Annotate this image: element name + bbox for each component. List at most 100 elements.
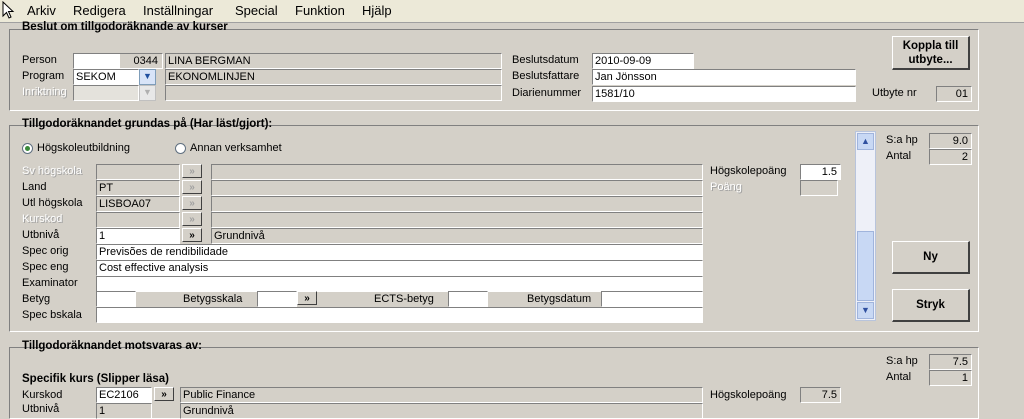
program-select[interactable]: SEKOM	[73, 69, 139, 85]
person-id-field[interactable]: 0344	[73, 53, 163, 69]
utbyte-label: Utbyte nr	[872, 87, 917, 99]
menu-funktion[interactable]: Funktion	[295, 3, 345, 18]
motsvaras-title: Tillgodoräknandet motsvaras av:	[22, 340, 203, 352]
sa-hp-field: 9.0	[929, 133, 972, 149]
spec-orig-label: Spec orig	[22, 245, 69, 257]
program-name-field: EKONOMLINJEN	[165, 69, 502, 85]
ects-label: ECTS-betyg	[374, 293, 434, 305]
chevron-up-icon[interactable]: ▲	[857, 133, 874, 150]
sv-hogskola-field[interactable]	[96, 164, 180, 180]
inriktning-select[interactable]	[73, 85, 139, 101]
poang-field[interactable]	[800, 180, 838, 196]
program-label: Program	[22, 70, 65, 82]
utbniva-field[interactable]: 1	[96, 228, 180, 244]
motsvaras-kurskod-lookup-button[interactable]: »	[154, 387, 174, 401]
inriktning-name-field	[165, 85, 502, 101]
sv-hogskola-name-field	[211, 164, 703, 180]
motsvaras-hogskolepoang-label: Högskolepoäng	[710, 389, 787, 401]
koppla-till-utbyte-button[interactable]: Koppla till utbyte...	[892, 36, 970, 70]
betygsskala-label: Betygsskala	[183, 293, 243, 305]
utl-hogskola-label: Utl högskola	[22, 197, 83, 209]
motsvaras-sa-hp-label: S:a hp	[886, 355, 918, 367]
stryk-button[interactable]: Stryk	[892, 289, 970, 322]
hogskolepoang-field[interactable]: 1.5	[800, 164, 841, 180]
land-label: Land	[22, 181, 47, 193]
motsvaras-antal-label: Antal	[886, 371, 912, 383]
hogskolepoang-label: Högskolepoäng	[710, 165, 787, 177]
motsvaras-utbniva-label: Utbnivå	[22, 403, 60, 415]
antal-label: Antal	[886, 150, 912, 162]
chevron-down-icon[interactable]: ▼	[139, 69, 156, 85]
kurskod-name-field	[211, 212, 703, 228]
kurskod-field[interactable]	[96, 212, 180, 228]
radio-hogskoleutbildning-label: Högskoleutbildning	[37, 142, 130, 154]
sv-hogskola-label: Sv högskola	[22, 165, 82, 177]
beslutsdatum-label: Beslutsdatum	[512, 54, 579, 66]
spec-bskala-field[interactable]	[96, 307, 703, 323]
menu-bar: Arkiv Redigera Inställningar Special Fun…	[0, 0, 1024, 23]
antal-field: 2	[929, 149, 972, 165]
land-field[interactable]: PT	[96, 180, 180, 196]
radio-annan-verksamhet[interactable]	[175, 143, 186, 154]
motsvaras-utbniva-field[interactable]: 1	[96, 403, 152, 419]
kurskod-lookup-button[interactable]: »	[182, 212, 202, 226]
beslutsfattare-label: Beslutsfattare	[512, 70, 580, 82]
person-label: Person	[22, 54, 57, 66]
ects-field[interactable]	[448, 291, 488, 307]
radio-annan-verksamhet-label: Annan verksamhet	[190, 142, 282, 154]
betygsdatum-label: Betygsdatum	[527, 293, 592, 305]
diarienummer-field[interactable]: 1581/10	[592, 86, 856, 102]
menu-installningar[interactable]: Inställningar	[143, 3, 213, 18]
radio-hogskoleutbildning[interactable]	[22, 143, 33, 154]
spec-orig-field[interactable]: Previsões de rendibilidade	[96, 244, 703, 260]
motsvaras-kurskod-field[interactable]: EC2106	[96, 387, 152, 403]
motsvaras-utbniva-name-field: Grundnivå	[180, 403, 703, 419]
menu-special[interactable]: Special	[235, 3, 278, 18]
inriktning-label: Inriktning	[22, 86, 67, 98]
betygsdatum-field[interactable]	[601, 291, 703, 307]
betyg-label: Betyg	[22, 293, 51, 305]
menu-redigera[interactable]: Redigera	[73, 3, 126, 18]
betyg-field[interactable]	[96, 291, 136, 307]
diarienummer-label: Diarienummer	[512, 87, 582, 99]
sv-hogskola-lookup-button[interactable]: »	[182, 164, 202, 178]
utbniva-lookup-button[interactable]: »	[182, 228, 202, 242]
sa-hp-label: S:a hp	[886, 134, 918, 146]
redacted-block	[74, 54, 120, 68]
menu-arkiv[interactable]: Arkiv	[27, 3, 56, 18]
spec-eng-field[interactable]: Cost effective analysis	[96, 260, 703, 276]
utbyte-nr-field: 01	[936, 86, 972, 102]
motsvaras-hogskolepoang-field: 7.5	[800, 387, 841, 403]
spec-bskala-label: Spec bskala	[22, 309, 82, 321]
ny-button[interactable]: Ny	[892, 241, 970, 274]
spec-eng-label: Spec eng	[22, 261, 69, 273]
beslutsdatum-field[interactable]: 2010-09-09	[592, 53, 694, 69]
poang-label: Poäng	[710, 181, 742, 193]
motsvaras-sa-hp-field: 7.5	[929, 354, 972, 370]
chevron-down-icon[interactable]: ▼	[139, 85, 156, 101]
scrollbar-thumb[interactable]	[857, 231, 874, 301]
utl-hogskola-name-field	[211, 196, 703, 212]
grundas-title: Tillgodoräknandet grundas på (Har läst/g…	[22, 118, 273, 130]
land-lookup-button[interactable]: »	[182, 180, 202, 194]
utbniva-name-field: Grundnivå	[211, 228, 703, 244]
motsvaras-antal-field: 1	[929, 370, 972, 386]
betygsskala-field[interactable]	[257, 291, 297, 307]
motsvaras-kurskod-label: Kurskod	[22, 389, 63, 401]
specifik-kurs-title: Specifik kurs (Slipper läsa)	[22, 373, 170, 385]
grundas-scrollbar[interactable]: ▲ ▼	[855, 131, 876, 321]
utbniva-label: Utbnivå	[22, 229, 60, 241]
betygsskala-lookup-button[interactable]: »	[297, 291, 317, 305]
mouse-pointer-icon	[2, 1, 15, 19]
motsvaras-kurs-name-field: Public Finance	[180, 387, 703, 403]
utl-hogskola-field[interactable]: LISBOA07	[96, 196, 180, 212]
land-name-field	[211, 180, 703, 196]
examinator-field[interactable]	[96, 276, 703, 292]
chevron-down-icon[interactable]: ▼	[857, 302, 874, 319]
kurskod-label: Kurskod	[22, 213, 63, 225]
person-name-field: LINA BERGMAN	[165, 53, 502, 69]
beslutsfattare-field[interactable]: Jan Jönsson	[592, 69, 856, 85]
utl-hogskola-lookup-button[interactable]: »	[182, 196, 202, 210]
menu-hjalp[interactable]: Hjälp	[362, 3, 392, 18]
beslut-title: Beslut om tillgodoräknande av kurser	[22, 21, 228, 33]
